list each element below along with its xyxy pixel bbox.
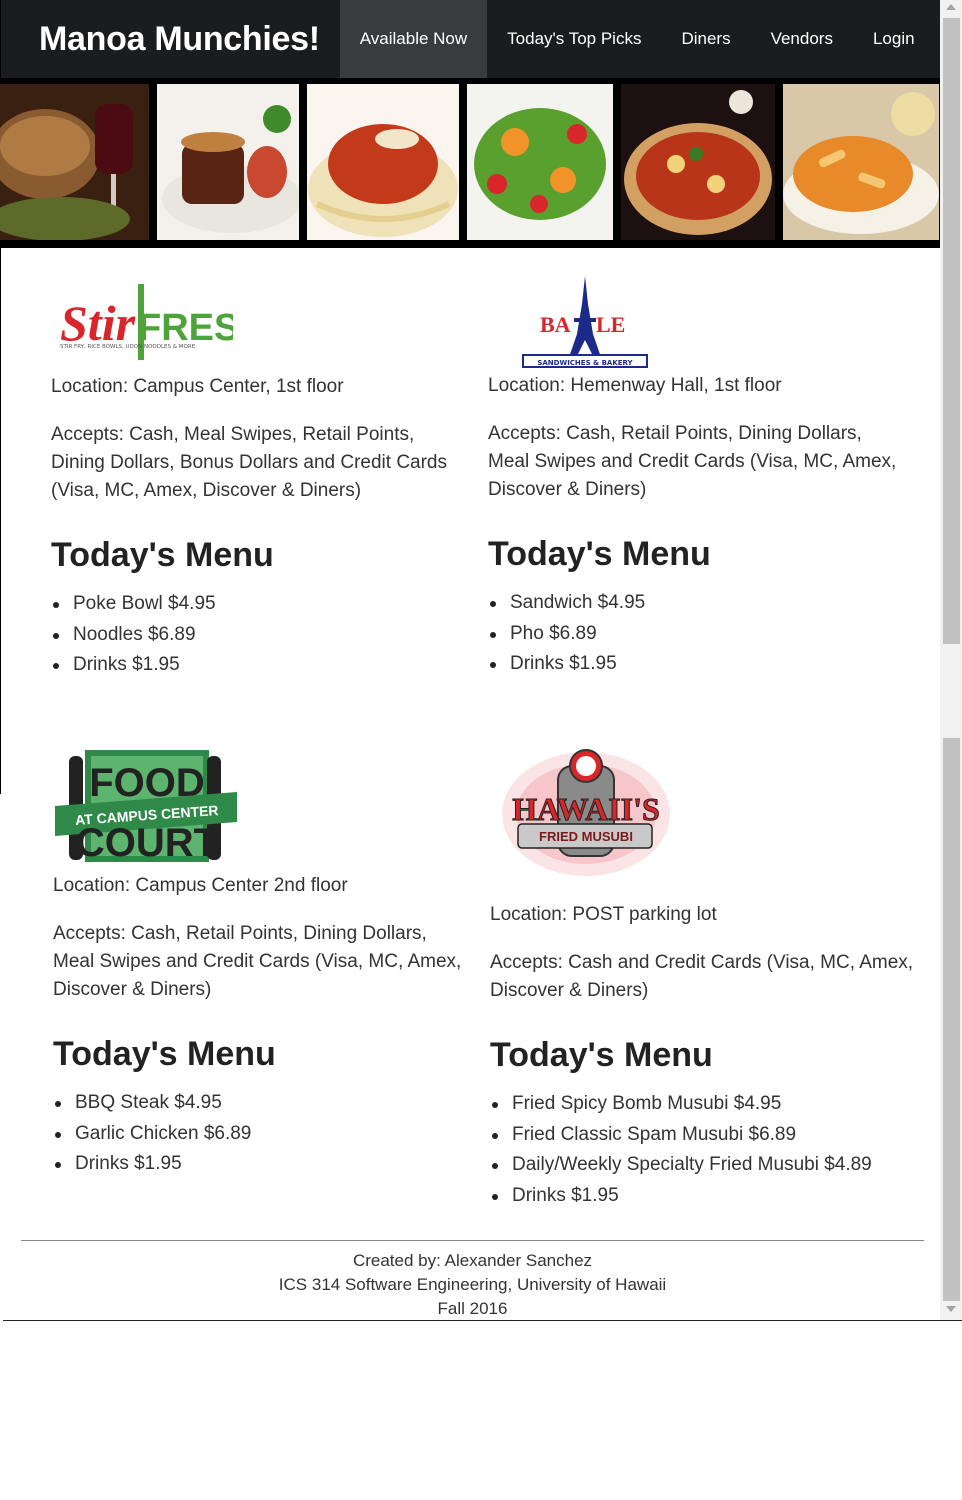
food-court-text-bottom: COURT: [76, 821, 218, 864]
svg-text:BA: BA: [540, 312, 571, 337]
food-court-logo: FOOD AT CAMPUS CENTER COURT: [55, 748, 237, 868]
steak-photo: [157, 84, 299, 240]
menu-list: BBQ Steak $4.95 Garlic Chicken $6.89 Dri…: [53, 1088, 473, 1180]
stir-fresh-tagline: STIR FRY, RICE BOWLS, UDON NOODLES & MOR…: [60, 344, 196, 350]
stir-fresh-logo-text-fresh: FRESH: [138, 307, 233, 349]
menu-item: Drinks $1.95: [53, 1149, 473, 1180]
vendor-accepts: Accepts: Cash, Meal Swipes, Retail Point…: [51, 424, 448, 501]
vendor-location: Location: Campus Center 2nd floor: [53, 875, 348, 896]
ba-le-logo: BA LE SANDWICHES & BAKERY: [520, 274, 650, 374]
footer-divider: [21, 1240, 924, 1241]
bread-and-wine-photo: [0, 84, 149, 240]
scrollbar-thumb-secondary[interactable]: [943, 738, 960, 1301]
page-footer: Created by: Alexander Sanchez ICS 314 So…: [0, 1249, 945, 1321]
vendor-card-ba-le: Location: Hemenway Hall, 1st floor Accep…: [488, 372, 908, 680]
nav-item-available-now[interactable]: Available Now: [339, 0, 488, 78]
stir-fresh-logo: Stir FRESH STIR FRY, RICE BOWLS, UDON NO…: [58, 278, 267, 370]
svg-text:LE: LE: [596, 312, 625, 337]
menu-list: Poke Bowl $4.95 Noodles $6.89 Drinks $1.…: [51, 589, 471, 681]
page-bottom-border: [3, 1320, 962, 1321]
menu-item: Garlic Chicken $6.89: [53, 1119, 473, 1150]
vendor-accepts: Accepts: Cash and Credit Cards (Visa, MC…: [490, 952, 914, 1001]
spaghetti-photo: [307, 84, 459, 240]
hawaiis-fried-musubi-logo: HAWAII'S FRIED MUSUBI: [500, 744, 672, 888]
scroll-down-arrow-icon[interactable]: [946, 1306, 956, 1312]
hawaiis-logo-text: HAWAII'S: [512, 791, 660, 827]
salad-photo: [467, 84, 613, 240]
menu-heading: Today's Menu: [51, 536, 274, 574]
menu-item: Drinks $1.95: [488, 649, 908, 680]
menu-item: Pho $6.89: [488, 619, 908, 650]
menu-item: BBQ Steak $4.95: [53, 1088, 473, 1119]
vendor-card-food-court: Location: Campus Center 2nd floor Accept…: [53, 872, 473, 1180]
menu-item: Fried Spicy Bomb Musubi $4.95: [490, 1089, 920, 1120]
left-border: [0, 248, 1, 794]
menu-list: Sandwich $4.95 Pho $6.89 Drinks $1.95: [488, 588, 908, 680]
nav-item-vendors[interactable]: Vendors: [751, 0, 853, 78]
top-navbar: Manoa Munchies! Available Now Today's To…: [0, 0, 941, 79]
vendor-accepts: Accepts: Cash, Retail Points, Dining Dol…: [488, 423, 897, 500]
menu-heading: Today's Menu: [53, 1035, 276, 1073]
vendor-card-stir-fresh: Location: Campus Center, 1st floor Accep…: [51, 373, 471, 681]
hawaiis-logo-tagline: FRIED MUSUBI: [539, 829, 633, 844]
menu-item: Poke Bowl $4.95: [51, 589, 471, 620]
vendor-location: Location: POST parking lot: [490, 904, 717, 925]
stir-fresh-logo-text-stir: Stir: [60, 295, 136, 351]
menu-heading: Today's Menu: [490, 1036, 713, 1074]
menu-item: Daily/Weekly Specialty Fried Musubi $4.8…: [490, 1150, 920, 1181]
menu-item: Drinks $1.95: [490, 1181, 920, 1212]
footer-credit: Created by: Alexander Sanchez: [352, 1251, 593, 1270]
menu-heading: Today's Menu: [488, 535, 711, 573]
vendor-card-hawaiis-fried-musubi: Location: POST parking lot Accepts: Cash…: [490, 901, 920, 1211]
menu-item: Sandwich $4.95: [488, 588, 908, 619]
menu-item: Noodles $6.89: [51, 620, 471, 651]
vendor-location: Location: Hemenway Hall, 1st floor: [488, 375, 782, 396]
pizza-photo: [621, 84, 775, 240]
nav-menu: Available Now Today's Top Picks Diners V…: [339, 0, 935, 78]
menu-list: Fried Spicy Bomb Musubi $4.95 Fried Clas…: [490, 1089, 920, 1211]
ba-le-tagline: SANDWICHES & BAKERY: [537, 359, 633, 367]
brand-title[interactable]: Manoa Munchies!: [1, 0, 340, 78]
nav-item-todays-top-picks[interactable]: Today's Top Picks: [487, 0, 661, 78]
nav-item-login[interactable]: Login: [853, 0, 935, 78]
footer-term: Fall 2016: [437, 1299, 508, 1318]
nav-item-diners[interactable]: Diners: [661, 0, 750, 78]
menu-item: Fried Classic Spam Musubi $6.89: [490, 1120, 920, 1151]
penne-pasta-photo: [783, 84, 939, 240]
menu-item: Drinks $1.95: [51, 650, 471, 681]
footer-course: ICS 314 Software Engineering, University…: [278, 1275, 667, 1294]
vendor-accepts: Accepts: Cash, Retail Points, Dining Dol…: [53, 923, 462, 1000]
scrollbar-thumb[interactable]: [943, 18, 960, 644]
vendor-location: Location: Campus Center, 1st floor: [51, 376, 344, 397]
scroll-up-arrow-icon[interactable]: [946, 4, 956, 10]
food-banner: [0, 78, 940, 248]
